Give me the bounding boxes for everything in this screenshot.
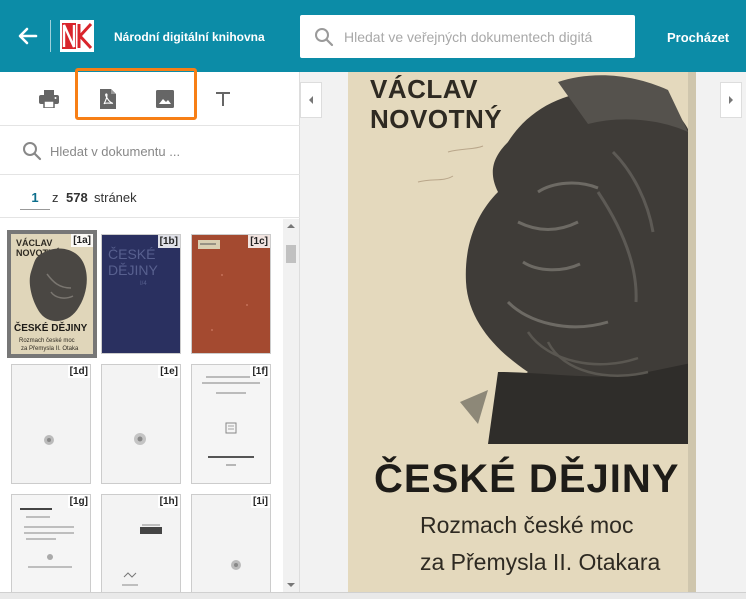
page-subtitle-2: za Přemysla II. Otakara [420, 549, 661, 575]
thumbnail-label: [1c] [248, 235, 270, 248]
scrollbar-thumb[interactable] [286, 245, 296, 263]
thumbnail-1f[interactable]: [1f] [191, 364, 271, 484]
page-total: 578 [66, 190, 88, 205]
scroll-down-icon[interactable] [283, 578, 299, 592]
global-search[interactable] [300, 15, 635, 58]
bottom-scrollbar[interactable] [0, 592, 746, 599]
thumbnail-1b[interactable]: ČESKÉ DĚJINY I/4 [1b] [101, 234, 181, 354]
thumbnail-1d[interactable]: [1d] [11, 364, 91, 484]
sidebar-toolbar [0, 68, 300, 126]
pager-of-label: z [52, 190, 59, 205]
thumbnail-label: [1g] [67, 495, 90, 508]
back-arrow-icon[interactable] [14, 22, 42, 50]
page-viewer: VÁCLAV NOVOTNÝ ČESKÉ DĚJINY Rozmach česk… [300, 72, 746, 592]
thumbnail-label: [1i] [251, 495, 270, 508]
author-last-name: NOVOTNÝ [370, 104, 503, 134]
print-icon[interactable] [36, 86, 62, 112]
nk-logo[interactable] [60, 20, 94, 52]
thumbnail-1i[interactable]: [1i] [191, 494, 271, 592]
app-header: Národní digitální knihovna Procházet [0, 0, 746, 72]
thumbnail-1c[interactable]: [1c] [191, 234, 271, 354]
highlight-annotation [75, 68, 197, 120]
document-search[interactable] [0, 127, 300, 175]
thumbnail-label: [1b] [157, 235, 180, 248]
thumbnail-grid: VÁCLAV NOVOTNÝ ČESKÉ DĚJINY Rozmach česk… [0, 219, 283, 592]
thumbnail-label: [1h] [157, 495, 180, 508]
global-search-input[interactable] [344, 15, 629, 58]
svg-text:I/4: I/4 [140, 281, 147, 287]
author-first-name: VÁCLAV [370, 74, 478, 104]
page-pager: z 578 stránek [0, 176, 300, 218]
svg-text:za Přemysla II. Otaka: za Přemysla II. Otaka [21, 346, 79, 352]
document-sidebar: z 578 stránek VÁCLAV NOVOTNÝ ČESKÉ DĚJIN… [0, 68, 300, 592]
page-author: VÁCLAV NOVOTNÝ [370, 74, 502, 134]
text-icon[interactable] [210, 86, 236, 112]
thumbnail-1h[interactable]: [1h] [101, 494, 181, 592]
thumbnail-label: [1a] [71, 234, 93, 247]
page-subtitle-1: Rozmach české moc [420, 512, 634, 538]
svg-text:Rozmach české moc: Rozmach české moc [19, 338, 75, 344]
brand-title[interactable]: Národní digitální knihovna [114, 30, 265, 44]
thumbnail-label: [1e] [158, 365, 180, 378]
chevron-left-icon [309, 96, 313, 104]
browse-link[interactable]: Procházet [667, 30, 729, 45]
page-book-title: ČESKÉ DĚJINY [374, 457, 680, 501]
page-number-input[interactable] [20, 186, 50, 210]
page-scan-image: VÁCLAV NOVOTNÝ ČESKÉ DĚJINY Rozmach česk… [348, 72, 696, 592]
thumbnail-label: [1f] [250, 365, 270, 378]
pager-unit-label: stránek [94, 190, 137, 205]
chevron-right-icon [729, 96, 733, 104]
thumbnail-1e[interactable]: [1e] [101, 364, 181, 484]
thumbnail-scrollbar[interactable] [283, 219, 299, 592]
thumbnail-1g[interactable]: [1g] [11, 494, 91, 592]
header-divider [50, 20, 51, 52]
prev-page-button[interactable] [300, 82, 322, 118]
scroll-up-icon[interactable] [283, 219, 299, 233]
next-page-button[interactable] [720, 82, 742, 118]
svg-text:ČESKÉ: ČESKÉ [108, 246, 155, 262]
search-icon [314, 27, 334, 47]
thumbnail-label: [1d] [67, 365, 90, 378]
svg-text:DĚJINY: DĚJINY [108, 262, 158, 278]
svg-text:VÁCLAV: VÁCLAV [16, 238, 52, 248]
document-search-input[interactable] [50, 127, 290, 175]
thumbnail-1a[interactable]: VÁCLAV NOVOTNÝ ČESKÉ DĚJINY Rozmach česk… [7, 230, 97, 358]
svg-text:ČESKÉ DĚJINY: ČESKÉ DĚJINY [14, 321, 88, 334]
search-icon [22, 141, 42, 161]
